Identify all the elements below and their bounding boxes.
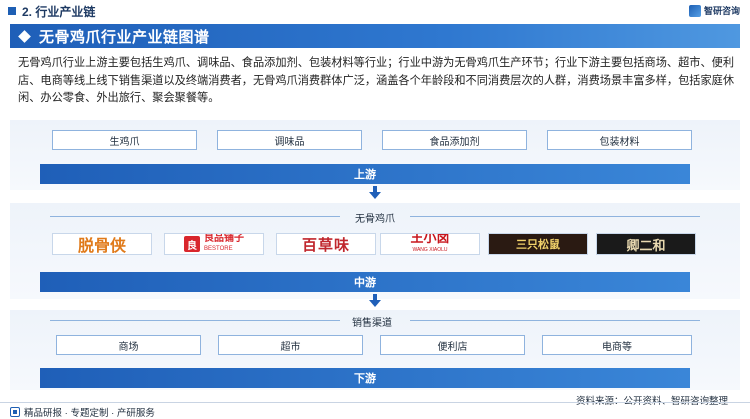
section-heading: 2. 行业产业链 [22,4,96,19]
upstream-item-food-additive: 食品添加剂 [382,130,527,150]
upstream-item-chicken-feet: 生鸡爪 [52,130,197,150]
brand-logo-bestore: 良 良品铺子 BESTORE [164,233,264,255]
divider-line [410,216,700,217]
brand-logo-wangxiaolu: 王小卤 WANG XIAOLU [380,233,480,255]
divider-line [50,320,340,321]
title-bar: 无骨鸡爪行业产业链图谱 [10,24,740,48]
upstream-item-packaging: 包装材料 [547,130,692,150]
brand-subname: WANG XIAOLU [412,247,448,253]
brand-logo-tuogu: 脱骨侠 [52,233,152,255]
logo-mark-icon [688,4,701,17]
footer-text: 精品研报 · 专题定制 · 产研服务 [24,408,155,419]
midstream-band: 中游 [40,272,690,292]
brand-logo-three-squirrels: 三只松鼠 [488,233,588,255]
brand-name: 三只松鼠 [516,239,560,251]
description-text: 无骨鸡爪行业上游主要包括生鸡爪、调味品、食品添加剂、包装材料等行业；行业中游为无… [18,57,735,104]
downstream-item-ecommerce: 电商等 [542,335,692,355]
brand-name: 卿二和 [626,238,666,254]
footer-divider [0,402,750,403]
divider-line [410,320,700,321]
downstream-label: 销售渠道 [352,318,392,329]
brand-logo-baicaowei: 百草味 [276,233,376,255]
brand-logo: 智研咨询 [688,4,740,17]
downstream-item-supermarket: 超市 [218,335,363,355]
brand-logo-qinger: 卿二和 [596,233,696,255]
document-icon [10,407,20,417]
top-bar: 2. 行业产业链 [0,0,750,22]
section-bullet-icon [8,7,16,15]
divider-line [50,216,340,217]
downstream-item-mall: 商场 [56,335,201,355]
footer-tagline: 精品研报 · 专题定制 · 产研服务 [10,405,155,419]
brand-name: 百草味 [301,236,350,254]
brand-name: 良品铺子 [204,233,244,244]
diamond-icon [18,29,31,43]
bestore-mark-icon: 良 [184,236,200,252]
upstream-band: 上游 [40,164,690,184]
page-title: 无骨鸡爪行业产业链图谱 [39,28,210,46]
downstream-item-convenience-store: 便利店 [380,335,525,355]
arrow-down-icon [369,294,381,307]
brand-subname: BESTORE [204,246,233,252]
upstream-item-seasoning: 调味品 [217,130,362,150]
downstream-band: 下游 [40,368,690,388]
brand-name: 王小卤 [410,233,450,245]
logo-text: 智研咨询 [703,6,740,16]
midstream-label: 无骨鸡爪 [355,214,395,225]
arrow-down-icon [369,186,381,199]
source-note: 资料来源：公开资料、智研咨询整理 [576,393,728,407]
brand-name: 脱骨侠 [77,236,126,255]
